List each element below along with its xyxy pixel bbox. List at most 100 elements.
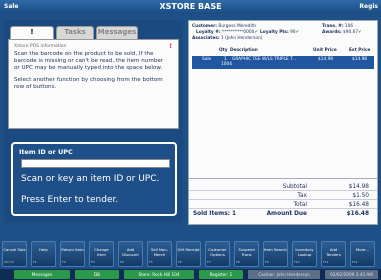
info-line: barcode is missing or can't be read, the… [14, 57, 164, 64]
loyalty-pts-label: Loyalty Pts: [260, 29, 289, 35]
change-item-button[interactable]: Change Item F3 [89, 241, 114, 267]
button-label: Gift Receipt [177, 247, 200, 252]
button-label: Change Item [94, 247, 109, 257]
info-panel: Xstore POS information ! Scan the barcod… [8, 39, 179, 129]
tax-row: Tax $1.50 [189, 192, 377, 200]
check-icon: ✔ [358, 29, 362, 35]
tax-label: Tax [297, 193, 307, 199]
totals-panel: Subtotal $14.98 Tax $1.50 Total $16.48 S… [189, 178, 377, 224]
item-search-button[interactable]: Item Search F9 [263, 241, 288, 267]
button-label: Suspend Trans [238, 247, 255, 257]
associates-value: 1 (John Henderson) [220, 35, 263, 41]
subtotal-value: $14.98 [348, 184, 369, 190]
key-hint: F1 [33, 260, 37, 265]
trans-number: 106 [344, 24, 354, 29]
total-value: $16.48 [348, 202, 369, 208]
inventory-lookup-button[interactable]: Inventory Lookup F10 [292, 241, 317, 267]
gift-receipt-button[interactable]: Gift Receipt F6 [176, 241, 201, 267]
status-bar: Messages DB Store: Rock Hill 104 Registe… [0, 269, 381, 280]
col-qty: Qty [219, 48, 228, 53]
loyalty-number: **********0000 [221, 29, 255, 35]
tab-tasks[interactable]: Tasks [56, 26, 94, 39]
add-tenders-button[interactable]: Add Tenders F11 [321, 241, 346, 267]
line-item-row[interactable]: Sale 1 GRAPHIC TEE W/LS TRIPLE T... 1004… [192, 56, 374, 69]
amount-due-value: $16.48 [346, 211, 369, 217]
subtotal-row: Subtotal $14.98 [189, 183, 377, 191]
store-indicator: Store: Rock Hill 104 [124, 270, 194, 279]
sold-items-count: Sold Items: 1 [193, 211, 237, 217]
line-type: Sale [202, 57, 212, 62]
line-items-header: Qty Description Unit Price Ext Price [192, 48, 374, 54]
button-label: Cancel Sale [3, 247, 26, 252]
amount-due-label: Amount Due [266, 211, 307, 217]
button-label: Add Tenders [326, 247, 341, 257]
line-item-number: 1004 [221, 62, 232, 67]
function-key-bar: Cancel Sale Ctrl F1 Help F1 Return Item F2 … [2, 241, 379, 268]
key-hint: F6 [178, 260, 182, 265]
info-header: Xstore POS information [14, 44, 67, 49]
button-label: Customer Options [208, 247, 227, 257]
warning-icon: ! [169, 43, 172, 50]
app-title: XSTORE BASE [159, 2, 222, 11]
awards-value: $90.67 [343, 29, 359, 35]
check-icon: ✔ [295, 29, 300, 35]
item-entry-panel: Item ID or UPC Scan or key an item ID or… [11, 142, 177, 216]
key-hint: F3 [91, 260, 95, 265]
sell-non-merch-button[interactable]: Sell Non-Merch F5 [147, 241, 172, 267]
total-row: Total $16.48 [189, 201, 377, 209]
key-hint: F4 [120, 260, 124, 265]
customer-name: Burgess Meredith [218, 24, 256, 29]
item-entry-label: Item ID or UPC [19, 148, 73, 156]
key-hint: F5 [149, 260, 153, 265]
cancel-sale-button[interactable]: Cancel Sale Ctrl F1 [2, 241, 27, 267]
line-unit-price: $14.98 [318, 57, 334, 62]
messages-indicator[interactable]: Messages [14, 270, 70, 279]
help-button[interactable]: Help F1 [31, 241, 56, 267]
scan-prompt: Scan or key an item ID or UPC. [21, 174, 160, 184]
button-label: Sell Non-Merch [150, 247, 168, 257]
trans-label: Trans. #: [322, 24, 344, 29]
line-ext-price: $14.98 [352, 57, 368, 62]
register-label: Regis [359, 3, 378, 10]
key-hint: F7 [207, 260, 211, 265]
db-indicator: DB [75, 270, 119, 279]
suspend-trans-button[interactable]: Suspend Trans F8 [234, 241, 259, 267]
info-line: Scan the barcode on the product to be so… [14, 51, 154, 57]
key-hint: Ctrl F1 [4, 260, 14, 265]
info-line: or UPC may be manually typed into the sp… [14, 64, 163, 71]
awards-label: Awards: [322, 29, 342, 35]
key-hint: F12 [352, 260, 358, 265]
associates-label: Associates: [192, 35, 220, 41]
register-indicator: Register: 1 [199, 270, 243, 279]
tab-messages[interactable]: Messages [96, 26, 138, 39]
more-button[interactable]: More... F12 [350, 241, 375, 267]
item-id-input[interactable] [21, 159, 170, 168]
info-line: row of buttons. [14, 84, 57, 91]
tender-prompt: Press Enter to tender. [21, 195, 119, 205]
button-label: Return Item [61, 247, 84, 252]
return-item-button[interactable]: Return Item F2 [60, 241, 85, 267]
datetime-indicator: 02/02/2009 3:43 AM [325, 270, 378, 279]
key-hint: F2 [62, 260, 66, 265]
tab-info[interactable]: ! [10, 26, 54, 40]
col-description: Description [230, 48, 258, 53]
tax-value: $1.50 [352, 193, 369, 199]
customer-label: Customer: [192, 24, 218, 29]
info-line: Select another function by choosing from… [14, 77, 163, 84]
cashier-indicator: Cashier: John Henderson [248, 270, 320, 279]
line-description: GRAPHIC TEE W/LS TRIPLE T... [232, 57, 297, 62]
button-label: Add Discount [122, 247, 139, 257]
left-panel: ! Tasks Messages Xstore POS information … [4, 20, 183, 223]
check-icon: ✔ [254, 29, 258, 35]
total-label: Total [293, 202, 307, 208]
key-hint: F10 [294, 260, 300, 265]
key-hint: F9 [265, 260, 269, 265]
key-hint: F11 [323, 260, 329, 265]
add-discount-button[interactable]: Add Discount F4 [118, 241, 143, 267]
button-label: Item Search [264, 247, 287, 252]
customer-options-button[interactable]: Customer Options F7 [205, 241, 230, 267]
button-label: Inventory Lookup [295, 247, 314, 257]
customer-info: Customer: Burgess Meredith Trans. #: 106… [192, 24, 374, 41]
button-label: More... [355, 247, 370, 252]
key-hint: F8 [236, 260, 240, 265]
